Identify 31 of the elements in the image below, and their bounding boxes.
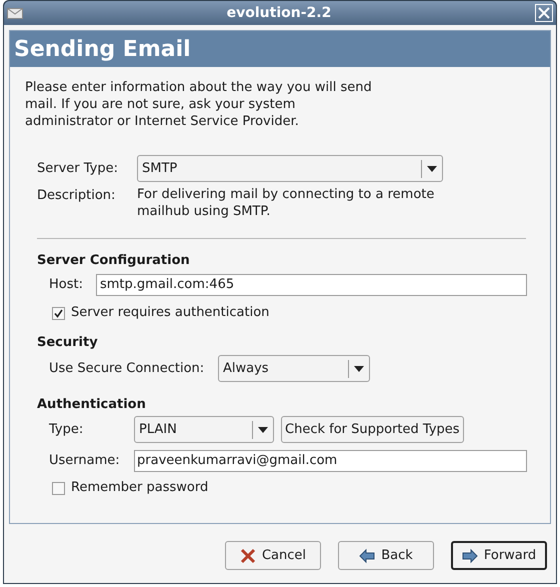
checkbox-label[interactable]: Remember password: [71, 478, 208, 498]
page-title: Sending Email: [14, 36, 191, 64]
secure-connection-dropdown[interactable]: Always: [218, 355, 370, 382]
server-type-dropdown[interactable]: SMTP: [137, 155, 443, 182]
left-arrow-icon: [359, 548, 376, 564]
checkbox[interactable]: [52, 306, 65, 320]
checkbox-label[interactable]: Server requires authentication: [71, 303, 270, 323]
secure-connection-label: Use Secure Connection:: [49, 360, 206, 378]
forward-button[interactable]: Forward: [451, 541, 547, 570]
x-icon: [240, 548, 256, 564]
right-arrow-icon: [462, 548, 478, 564]
checkbox[interactable]: [52, 482, 65, 494]
username-label: Username:: [49, 452, 121, 470]
host-field[interactable]: smtp.gmail.com:465: [96, 274, 527, 296]
section-heading: Security: [37, 334, 98, 351]
username-field[interactable]: praveenkumarravi@gmail.com: [134, 450, 527, 472]
host-label: Host:: [49, 276, 84, 294]
server-type-label: Server Type:: [37, 160, 120, 178]
cancel-button[interactable]: Cancel: [225, 541, 321, 570]
type-label: Type:: [49, 420, 84, 439]
back-button[interactable]: Back: [338, 541, 434, 570]
intro-text: Please enter information about the way you will send mail. If you are not sure, ask your system administrator or Internet Service Provider.: [25, 79, 373, 130]
description-label: Description:: [37, 187, 116, 205]
description-text: For delivering mail by connecting to a remote mailhub using SMTP.: [137, 186, 436, 220]
auth-type-dropdown[interactable]: PLAIN: [134, 416, 274, 443]
close-icon[interactable]: [535, 4, 553, 22]
section-heading: Authentication: [37, 396, 146, 413]
check-types-button[interactable]: Check for Supported Types: [281, 416, 464, 443]
window-title: evolution-2.2: [226, 4, 332, 20]
section-heading: Server Configuration: [37, 252, 190, 269]
envelope-icon: [7, 8, 23, 18]
